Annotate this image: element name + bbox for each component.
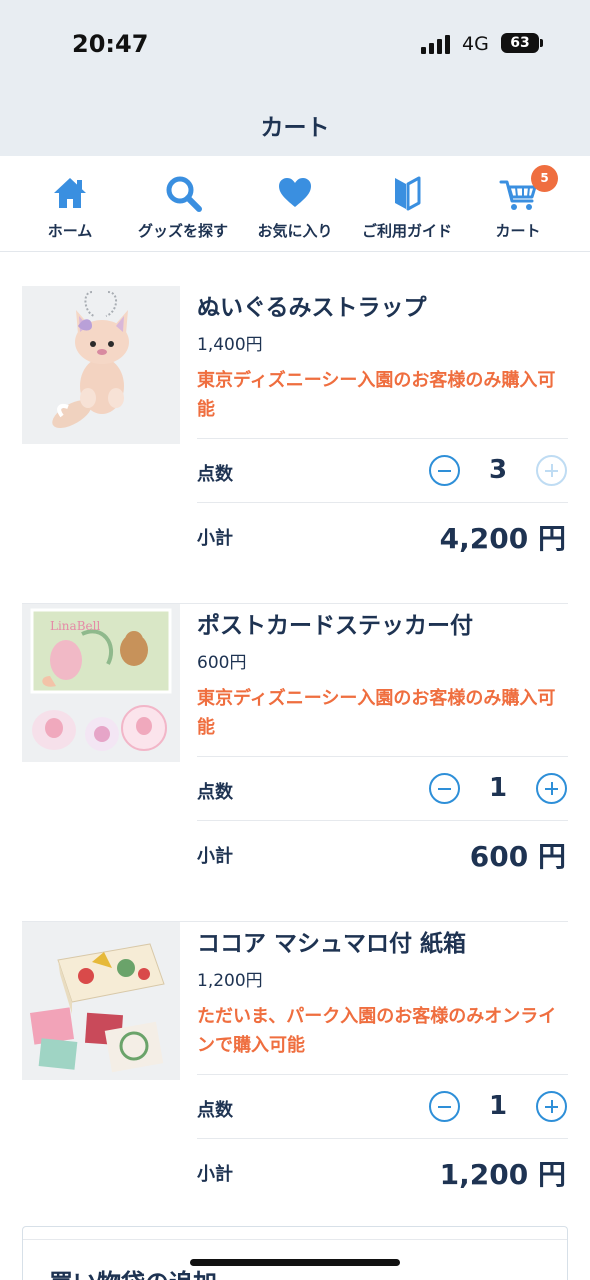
cart-item: LinaBell ポストカードステッカー付 600円 東京ディズニーシー入園のお… [22,604,568,922]
quantity-value: 1 [488,1091,508,1121]
quantity-row: 点数 3 [197,438,568,502]
nav-item-favorites[interactable]: お気に入り [236,156,354,252]
cart-item: ぬいぐるみストラップ 1,400円 東京ディズニーシー入園のお客様のみ購入可能 … [22,286,568,604]
quantity-label: 点数 [197,464,233,485]
product-name[interactable]: ポストカードステッカー付 [197,606,473,640]
product-price: 1,400円 [197,335,263,355]
top-bar: 20:47 4G 63 カート [0,0,590,231]
search-icon [166,176,202,212]
product-name[interactable]: ぬいぐるみストラップ [197,288,427,322]
product-name[interactable]: ココア マシュマロ付 紙箱 [197,924,466,958]
nav-item-cart[interactable]: 5 カート [459,156,577,252]
quantity-label: 点数 [197,782,233,803]
quantity-value: 3 [488,455,508,485]
cart-count-badge: 5 [531,165,558,192]
purchase-restriction-note: ただいま、パーク入園のお客様のみオンラインで購入可能 [197,1006,557,1056]
guide-icon [395,176,421,211]
nav-label-guide: ご利用ガイド [361,222,452,240]
subtotal-row: 小計 1,200 円 [197,1138,568,1202]
increase-quantity-button[interactable] [536,1091,567,1122]
nav-bar: ホーム グッズを探す お気に入り ご利用ガイド 5 カート [0,156,590,252]
network-type: 4G [462,33,489,55]
subtotal-row: 小計 4,200 円 [197,502,568,566]
increase-quantity-button[interactable] [536,773,567,804]
subtotal-label: 小計 [197,528,233,549]
decrease-quantity-button[interactable] [429,1091,460,1122]
increase-quantity-button[interactable] [536,455,567,486]
signal-icon [421,34,453,54]
nav-label-favorites: お気に入り [257,222,333,240]
product-image[interactable] [22,286,180,444]
subtotal-value: 1,200 円 [439,1158,566,1191]
home-icon [54,178,86,208]
quantity-value: 1 [488,773,508,803]
purchase-restriction-note: 東京ディズニーシー入園のお客様のみ購入可能 [197,688,556,738]
nav-label-home: ホーム [47,222,93,240]
nav-label-cart: カート [495,222,541,240]
product-price: 600円 [197,653,247,673]
status-time: 20:47 [72,30,149,58]
subtotal-row: 小計 600 円 [197,820,568,884]
decrease-quantity-button[interactable] [429,455,460,486]
quantity-row: 点数 1 [197,756,568,820]
subtotal-label: 小計 [197,846,233,867]
product-image[interactable]: LinaBell [22,604,180,762]
cart-item: ココア マシュマロ付 紙箱 1,200円 ただいま、パーク入園のお客様のみオンラ… [22,922,568,1240]
nav-item-search[interactable]: グッズを探す [124,156,242,252]
home-indicator [190,1259,400,1266]
subtotal-label: 小計 [197,1164,233,1185]
svg-text:LinaBell: LinaBell [50,619,100,633]
page-title: カート [260,115,330,141]
shopping-bag-section: 買い物袋の追加 [22,1226,568,1280]
subtotal-value: 600 円 [469,840,566,873]
decrease-quantity-button[interactable] [429,773,460,804]
nav-item-home[interactable]: ホーム [11,156,129,252]
nav-label-search: グッズを探す [137,222,228,240]
quantity-label: 点数 [197,1100,233,1121]
product-price: 1,200円 [197,971,263,991]
product-image[interactable] [22,922,180,1080]
heart-icon [279,178,311,207]
subtotal-value: 4,200 円 [439,522,566,555]
purchase-restriction-note: 東京ディズニーシー入園のお客様のみ購入可能 [197,370,556,420]
battery-icon: 63 [501,33,543,53]
nav-item-guide[interactable]: ご利用ガイド [348,156,466,252]
quantity-row: 点数 1 [197,1074,568,1138]
